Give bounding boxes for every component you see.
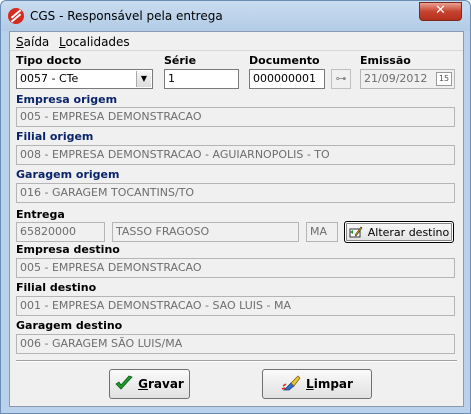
entrega-uf-field: MA xyxy=(306,222,338,242)
tipo-docto-value: 0057 - CTe xyxy=(20,72,79,85)
empresa-origem-label: Empresa origem xyxy=(16,93,118,106)
emissao-field: 21/09/2012 15 xyxy=(360,69,455,89)
documento-label: Documento xyxy=(249,54,320,67)
serie-input[interactable]: 1 xyxy=(164,69,239,89)
menu-localidades-label: ocalidades xyxy=(65,35,130,49)
binoculars-icon[interactable]: ⊶ xyxy=(331,69,351,89)
app-window: CGS - Responsável pela entrega ✕ Saída L… xyxy=(0,0,471,414)
gravar-accel: G xyxy=(138,377,148,391)
filial-origem-label: Filial origem xyxy=(16,130,94,143)
serie-label: Série xyxy=(164,54,197,67)
tipo-docto-select[interactable]: 0057 - CTe ▼ xyxy=(16,69,153,89)
entrega-cep-field: 65820000 xyxy=(16,222,105,242)
menu-saida[interactable]: Saída xyxy=(16,35,49,49)
window-title: CGS - Responsável pela entrega xyxy=(30,9,223,23)
limpar-button[interactable]: Limpar xyxy=(262,369,372,399)
empresa-destino-field: 005 - EMPRESA DEMONSTRACAO xyxy=(16,258,455,278)
documento-input[interactable]: 000000001 xyxy=(249,69,325,89)
limpar-accel: L xyxy=(306,377,314,391)
filial-origem-field: 008 - EMPRESA DEMONSTRACAO - AGUIARNOPOL… xyxy=(16,145,455,165)
gravar-rest: ravar xyxy=(148,377,184,391)
garagem-destino-label: Garagem destino xyxy=(16,319,123,332)
limpar-label: Limpar xyxy=(306,377,353,391)
cgs-logo-icon xyxy=(8,8,24,24)
entrega-label: Entrega xyxy=(16,208,65,221)
emissao-value: 21/09/2012 xyxy=(364,72,428,85)
close-button[interactable]: ✕ xyxy=(419,2,462,21)
checkmark-icon xyxy=(115,375,133,394)
entrega-cidade-field: TASSO FRAGOSO xyxy=(112,222,299,242)
gravar-label: Gravar xyxy=(138,377,184,391)
menu-bar: Saída Localidades xyxy=(10,32,463,51)
empresa-origem-field: 005 - EMPRESA DEMONSTRACAO xyxy=(16,107,455,127)
garagem-origem-field: 016 - GARAGEM TOCANTINS/TO xyxy=(16,183,455,203)
garagem-origem-label: Garagem origem xyxy=(16,168,120,181)
alterar-destino-button[interactable]: Alterar destino xyxy=(344,221,454,243)
menu-saida-label: aída xyxy=(23,35,50,49)
gravar-button[interactable]: Gravar xyxy=(109,369,190,399)
emissao-label: Emissão xyxy=(360,54,411,67)
chevron-down-icon[interactable]: ▼ xyxy=(136,71,151,87)
eraser-icon xyxy=(281,374,301,395)
client-area: Saída Localidades Tipo docto Série Docum… xyxy=(9,31,464,407)
empresa-destino-label: Empresa destino xyxy=(16,243,120,256)
limpar-rest: impar xyxy=(313,377,353,391)
tipo-docto-label: Tipo docto xyxy=(16,54,82,67)
divider xyxy=(16,360,457,362)
menu-saida-accel: S xyxy=(16,35,24,49)
alterar-destino-label: Alterar destino xyxy=(367,225,450,239)
menu-localidades[interactable]: Localidades xyxy=(59,35,130,49)
edit-destination-icon xyxy=(349,226,363,238)
filial-destino-label: Filial destino xyxy=(16,281,97,294)
calendar-icon[interactable]: 15 xyxy=(436,72,452,86)
title-bar[interactable]: CGS - Responsável pela entrega ✕ xyxy=(1,1,470,31)
filial-destino-field: 001 - EMPRESA DEMONSTRACAO - SAO LUIS - … xyxy=(16,296,455,316)
garagem-destino-field: 006 - GARAGEM SÃO LUIS/MA xyxy=(16,334,455,354)
